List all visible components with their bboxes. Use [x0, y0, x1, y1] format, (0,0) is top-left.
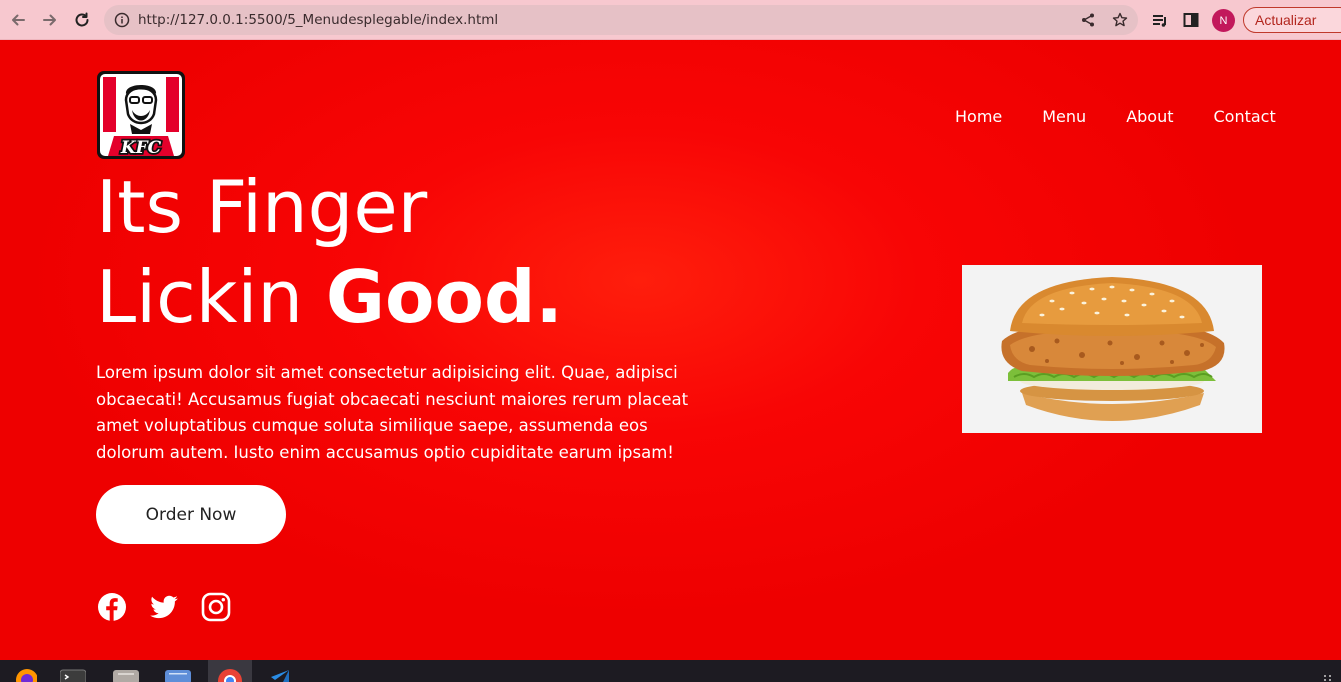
profile-avatar[interactable]: N	[1212, 9, 1235, 32]
apps-grid-icon[interactable]	[1318, 660, 1338, 682]
terminal-app-icon[interactable]	[51, 660, 95, 682]
facebook-icon[interactable]	[96, 591, 128, 623]
address-bar[interactable]: http://127.0.0.1:5500/5_Menudesplegable/…	[104, 5, 1138, 35]
back-arrow-icon[interactable]	[5, 7, 31, 33]
update-button[interactable]: Actualizar	[1243, 7, 1341, 33]
reload-icon[interactable]	[69, 7, 95, 33]
hero-title-line1: Its Finger	[96, 165, 428, 249]
hero-page: KFC Home Menu About Contact Its Finger L…	[0, 40, 1341, 660]
os-taskbar	[0, 660, 1341, 682]
instagram-icon[interactable]	[200, 591, 232, 623]
hero-title-line2: Lickin	[96, 255, 326, 339]
hero-paragraph: Lorem ipsum dolor sit amet consectetur a…	[96, 363, 689, 462]
nav-menu[interactable]: Menu	[1042, 107, 1086, 126]
order-now-button[interactable]: Order Now	[96, 485, 286, 544]
hero-title: Its Finger Lickin Good.	[96, 162, 563, 342]
nav-home[interactable]: Home	[955, 107, 1002, 126]
text-editor-app-icon[interactable]	[156, 660, 200, 682]
forward-arrow-icon[interactable]	[37, 7, 63, 33]
nav-contact[interactable]: Contact	[1214, 107, 1276, 126]
twitter-icon[interactable]	[148, 591, 180, 623]
firefox-app-icon[interactable]	[0, 660, 44, 682]
files-app-icon[interactable]	[104, 660, 148, 682]
burger-image	[962, 265, 1262, 433]
star-icon[interactable]	[1110, 10, 1130, 30]
side-panel-icon[interactable]	[1178, 7, 1204, 33]
kfc-logo-text: KFC	[120, 138, 162, 158]
chrome-app-icon[interactable]	[208, 660, 252, 682]
reading-list-icon[interactable]	[1147, 7, 1173, 33]
url-text[interactable]: http://127.0.0.1:5500/5_Menudesplegable/…	[138, 12, 498, 28]
browser-toolbar: http://127.0.0.1:5500/5_Menudesplegable/…	[0, 0, 1341, 40]
social-links	[96, 591, 252, 623]
share-icon[interactable]	[1078, 10, 1098, 30]
vscode-app-icon[interactable]	[260, 660, 304, 682]
nav-about[interactable]: About	[1126, 107, 1173, 126]
hero-title-bold: Good.	[325, 255, 563, 339]
kfc-logo[interactable]: KFC	[96, 70, 186, 160]
info-icon[interactable]	[112, 10, 132, 30]
main-nav: Home Menu About Contact	[955, 107, 1276, 126]
